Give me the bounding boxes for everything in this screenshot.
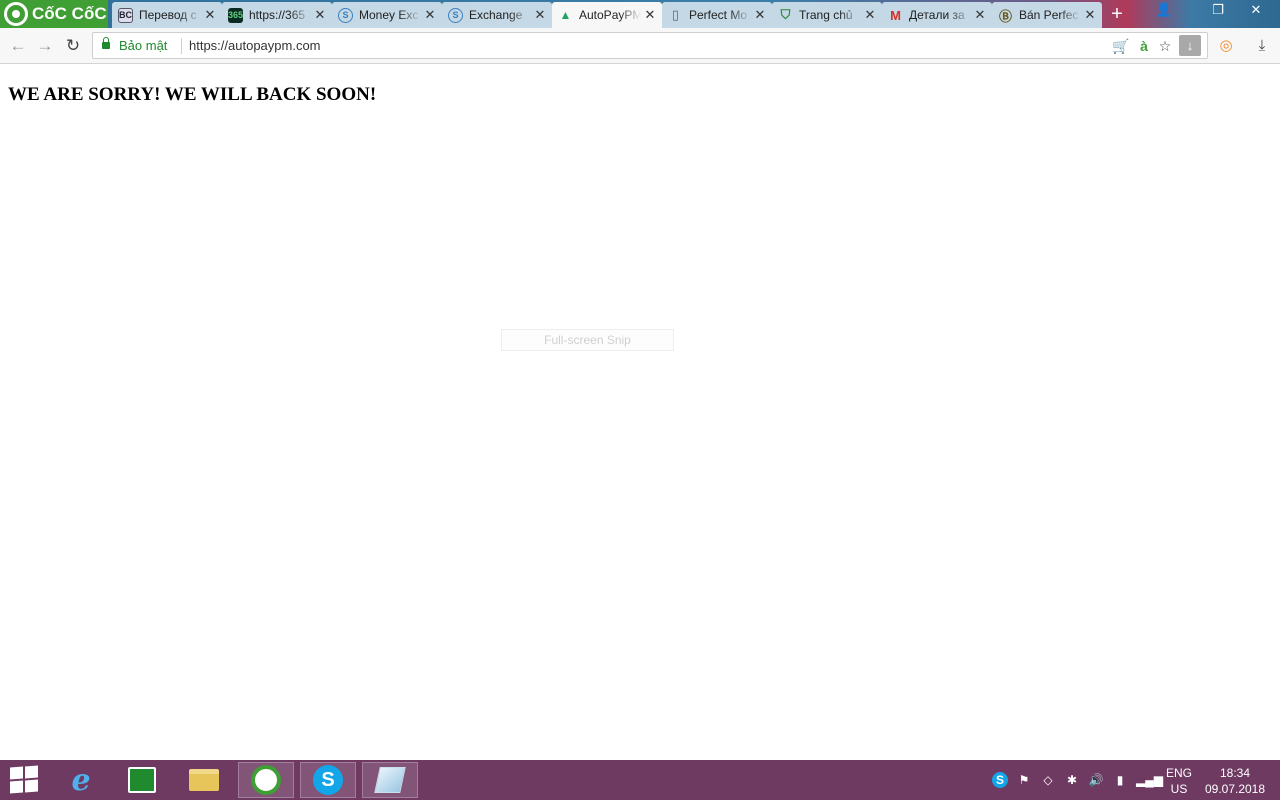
clock-time: 18:34 xyxy=(1219,766,1251,780)
coin-icon: Ⓑ xyxy=(998,8,1012,24)
tab-7[interactable]: M Детали за ✕ xyxy=(882,2,992,28)
tab-title: Perfect Mo xyxy=(689,8,748,22)
secure-label: Bảo mật xyxy=(119,38,168,53)
coccoc-browser-icon[interactable] xyxy=(238,762,294,798)
battery-icon[interactable]: ▮ xyxy=(1112,772,1128,788)
close-tab-icon[interactable]: ✕ xyxy=(1081,7,1099,23)
exchange-s-icon: S xyxy=(338,7,353,23)
gmail-icon: M xyxy=(890,7,901,23)
brand-name: CốC CốC xyxy=(32,4,107,23)
close-tab-icon[interactable]: ✕ xyxy=(311,7,329,23)
lang-code: ENG xyxy=(1165,766,1192,780)
tab-title: AutoPayPM xyxy=(579,8,641,22)
close-tab-icon[interactable]: ✕ xyxy=(641,7,659,23)
bc-icon: BC xyxy=(118,7,133,23)
lock-icon xyxy=(102,37,110,49)
close-tab-icon[interactable]: ✕ xyxy=(751,7,769,23)
bookmark-star-icon[interactable]: ☆ xyxy=(1155,37,1175,55)
new-tab-button[interactable]: + xyxy=(1103,4,1131,24)
internet-explorer-icon[interactable]: e xyxy=(53,762,109,798)
vietnamese-input-icon[interactable]: à xyxy=(1134,37,1154,55)
bluetooth-icon[interactable]: ✱ xyxy=(1064,772,1080,788)
tab-title: Bán Perfec xyxy=(1019,8,1079,22)
tab-strip: CốC CốC BC Перевод с ✕ 365 https://365 ✕… xyxy=(0,0,1280,28)
tab-0[interactable]: BC Перевод с ✕ xyxy=(112,2,222,28)
tab-title: Детали за xyxy=(909,8,965,22)
snip-tooltip: Full-screen Snip xyxy=(501,329,674,351)
tab-title: Exchange xyxy=(469,8,523,22)
clock[interactable]: 18:34 09.07.2018 xyxy=(1200,765,1270,797)
close-tab-icon[interactable]: ✕ xyxy=(971,7,989,23)
coccoc-menu-button[interactable]: CốC CốC xyxy=(0,0,108,28)
file-explorer-icon[interactable] xyxy=(176,762,232,798)
google-drive-icon: ▲ xyxy=(559,8,572,22)
windows-logo-part xyxy=(25,779,38,793)
browser-toolbar: ← → ↻ Bảo mật https://autopaypm.com 🛒 à … xyxy=(0,28,1280,64)
close-tab-icon[interactable]: ✕ xyxy=(531,7,549,23)
tab-1[interactable]: 365 https://365 ✕ xyxy=(222,2,332,28)
close-tab-icon[interactable]: ✕ xyxy=(201,7,219,23)
tab-title: Trang chủ xyxy=(799,8,853,22)
address-bar[interactable]: Bảo mật https://autopaypm.com 🛒 à ☆ ↓ xyxy=(92,32,1208,59)
tab-5[interactable]: ▯ Perfect Mo ✕ xyxy=(662,2,772,28)
skype-tray-icon[interactable]: S xyxy=(992,772,1008,788)
omnibox-divider xyxy=(181,38,182,54)
flag-tray-icon[interactable]: ⚑ xyxy=(1016,772,1032,788)
shopping-cart-icon[interactable]: 🛒 xyxy=(1111,37,1131,55)
input-language[interactable]: ENG US xyxy=(1164,765,1194,797)
tab-2[interactable]: S Money Exc ✕ xyxy=(332,2,442,28)
forward-button[interactable]: → xyxy=(33,34,57,58)
page-content: WE ARE SORRY! WE WILL BACK SOON! Full-sc… xyxy=(0,65,1280,760)
store-icon[interactable] xyxy=(114,762,170,798)
lang-region: US xyxy=(1170,782,1188,796)
downloads-icon[interactable]: ⤓ xyxy=(1252,36,1272,56)
windows-logo-part xyxy=(25,765,38,779)
skype-icon[interactable]: S xyxy=(300,762,356,798)
shield-icon: ⛉ xyxy=(780,7,791,22)
tab-title: Перевод с xyxy=(139,8,197,22)
signal-strength-icon[interactable]: ▂▄▆ xyxy=(1136,772,1163,788)
snipping-tool-icon[interactable] xyxy=(362,762,418,798)
extension-icon[interactable]: ◎ xyxy=(1216,36,1236,56)
reload-button[interactable]: ↻ xyxy=(61,34,85,58)
close-tab-icon[interactable]: ✕ xyxy=(421,7,439,23)
close-tab-icon[interactable]: ✕ xyxy=(861,7,879,23)
365-icon: 365 xyxy=(228,7,243,23)
tab-3[interactable]: S Exchange ✕ xyxy=(442,2,552,28)
back-button[interactable]: ← xyxy=(6,34,30,58)
volume-icon[interactable]: 🔊 xyxy=(1088,772,1104,788)
start-button[interactable] xyxy=(10,765,38,794)
url-text[interactable]: https://autopaypm.com xyxy=(189,38,321,53)
page-heading: WE ARE SORRY! WE WILL BACK SOON! xyxy=(8,84,377,105)
close-window-button[interactable]: ✕ xyxy=(1238,0,1274,22)
exchange-s-icon: S xyxy=(448,7,463,23)
download-video-button[interactable]: ↓ xyxy=(1179,35,1201,56)
network-diamond-icon[interactable]: ◇ xyxy=(1040,772,1056,788)
restore-window-button[interactable]: ❐ xyxy=(1200,0,1236,22)
tab-4-active[interactable]: ▲ AutoPayPM ✕ xyxy=(552,2,662,28)
tab-title: https://365 xyxy=(249,8,306,22)
profile-icon[interactable]: 👤 xyxy=(1146,0,1182,22)
clock-date: 09.07.2018 xyxy=(1204,782,1266,796)
windows-logo-part xyxy=(10,780,23,794)
screen: CốC CốC BC Перевод с ✕ 365 https://365 ✕… xyxy=(0,0,1280,800)
tab-8[interactable]: Ⓑ Bán Perfec ✕ xyxy=(992,2,1102,28)
tab-title: Money Exc xyxy=(359,8,419,22)
page-icon: ▯ xyxy=(671,7,680,22)
coccoc-logo-icon xyxy=(4,2,28,26)
taskbar: e S S ⚑ ◇ ✱ 🔊 ▮ ▂▄▆ ENG US 18:34 09.07.2… xyxy=(0,760,1280,800)
tab-6[interactable]: ⛉ Trang chủ ✕ xyxy=(772,2,882,28)
windows-logo-part xyxy=(10,766,23,780)
